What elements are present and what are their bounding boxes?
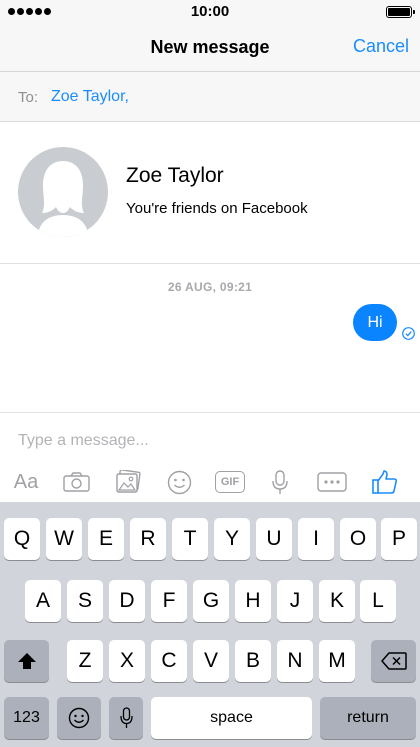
return-key[interactable]: return xyxy=(320,697,416,739)
dictation-key[interactable] xyxy=(109,697,143,739)
status-time: 10:00 xyxy=(190,3,230,20)
gif-icon[interactable]: GIF xyxy=(214,469,246,495)
cancel-button[interactable]: Cancel xyxy=(353,36,409,57)
key-x[interactable]: X xyxy=(109,640,145,682)
backspace-icon xyxy=(380,652,407,670)
recipient-field[interactable]: To: Zoe Taylor, xyxy=(0,72,420,122)
camera-icon[interactable] xyxy=(62,469,90,495)
microphone-key-icon xyxy=(119,707,133,728)
key-a[interactable]: A xyxy=(25,580,61,622)
key-y[interactable]: Y xyxy=(214,518,250,560)
key-o[interactable]: O xyxy=(340,518,376,560)
key-p[interactable]: P xyxy=(381,518,417,560)
thumbs-up-icon[interactable] xyxy=(371,469,399,495)
microphone-icon[interactable] xyxy=(270,469,290,495)
contact-name: Zoe Taylor xyxy=(126,164,224,187)
key-q[interactable]: Q xyxy=(4,518,40,560)
shift-key[interactable] xyxy=(4,640,49,682)
key-v[interactable]: V xyxy=(193,640,229,682)
navigation-bar: New message Cancel xyxy=(0,24,420,72)
key-u[interactable]: U xyxy=(256,518,292,560)
emoji-keyboard-icon xyxy=(68,707,90,729)
key-i[interactable]: I xyxy=(298,518,334,560)
message-timestamp: 26 AUG, 09:21 xyxy=(167,280,253,294)
key-s[interactable]: S xyxy=(67,580,103,622)
key-e[interactable]: E xyxy=(88,518,124,560)
key-g[interactable]: G xyxy=(193,580,229,622)
shift-arrow-icon xyxy=(17,653,36,669)
text-format-icon[interactable]: Aa xyxy=(10,469,42,495)
space-key[interactable]: space xyxy=(151,697,312,739)
key-l[interactable]: L xyxy=(360,580,396,622)
battery-icon xyxy=(386,6,415,18)
key-b[interactable]: B xyxy=(235,640,271,682)
backspace-key[interactable] xyxy=(371,640,416,682)
message-composer: Aa GIF xyxy=(0,412,420,502)
gif-label: GIF xyxy=(220,476,240,488)
photo-gallery-icon[interactable] xyxy=(114,469,142,495)
recipient-token[interactable]: Zoe Taylor, xyxy=(51,88,129,106)
key-k[interactable]: K xyxy=(319,580,355,622)
key-h[interactable]: H xyxy=(235,580,271,622)
person-silhouette-icon xyxy=(38,161,88,237)
key-j[interactable]: J xyxy=(277,580,313,622)
key-t[interactable]: T xyxy=(172,518,208,560)
numbers-key[interactable]: 123 xyxy=(4,697,49,739)
emoji-keyboard-key[interactable] xyxy=(57,697,101,739)
delivered-check-icon xyxy=(402,327,415,340)
contact-relationship: You're friends on Facebook xyxy=(126,200,308,217)
avatar xyxy=(18,147,108,237)
key-f[interactable]: F xyxy=(151,580,187,622)
status-bar: 10:00 xyxy=(0,0,420,24)
more-icon[interactable] xyxy=(316,469,348,495)
text-format-label: Aa xyxy=(13,470,39,493)
emoji-icon[interactable] xyxy=(165,469,193,495)
sent-message-bubble[interactable]: Hi xyxy=(353,304,397,341)
message-input[interactable] xyxy=(18,429,398,453)
key-m[interactable]: M xyxy=(319,640,355,682)
contact-card: Zoe Taylor You're friends on Facebook xyxy=(0,122,420,264)
key-z[interactable]: Z xyxy=(67,640,103,682)
key-r[interactable]: R xyxy=(130,518,166,560)
key-c[interactable]: C xyxy=(151,640,187,682)
key-d[interactable]: D xyxy=(109,580,145,622)
to-label: To: xyxy=(18,89,39,106)
key-w[interactable]: W xyxy=(46,518,82,560)
keyboard: Q W E R T Y U I O P A S D F G H J K L Z … xyxy=(0,502,420,747)
key-n[interactable]: N xyxy=(277,640,313,682)
